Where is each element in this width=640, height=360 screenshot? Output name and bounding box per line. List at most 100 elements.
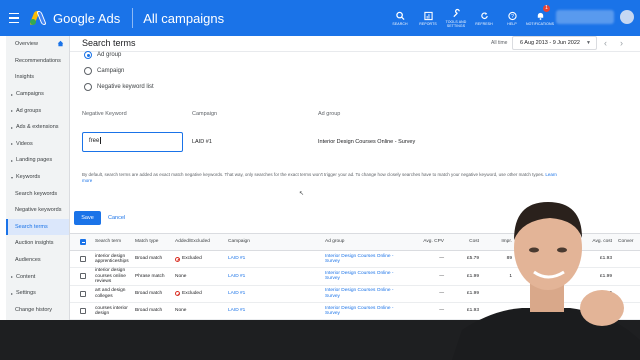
account-scope-title[interactable]: All campaigns — [143, 11, 224, 26]
row-checkbox[interactable] — [80, 251, 86, 267]
previous-period-icon[interactable]: ‹ — [604, 38, 607, 48]
option-label: Ad group — [97, 52, 122, 58]
status-cell: Excluded — [175, 251, 202, 267]
svg-text:?: ? — [511, 14, 514, 20]
brand-name[interactable]: Google Ads — [53, 11, 120, 26]
sidebar-item-label: Insights — [15, 74, 34, 81]
ad-group-link[interactable]: Interior Design Courses Online - Survey — [325, 251, 401, 267]
column-header-campaign[interactable]: Campaign — [228, 234, 250, 250]
column-header-match-type[interactable]: Match type — [135, 234, 158, 250]
bell-icon — [537, 12, 543, 20]
sidebar-item-label: Search keywords — [15, 190, 58, 197]
sidebar-item-settings[interactable]: ▸ Settings — [6, 285, 69, 302]
avg-cpv-cell: — — [439, 256, 444, 262]
radio-selected-icon[interactable] — [84, 51, 92, 59]
sidebar-item-label: Negative keywords — [15, 207, 62, 214]
learn-more-link[interactable]: Learn — [545, 172, 557, 177]
row-checkbox[interactable] — [80, 286, 86, 302]
expand-caret-icon: ▸ — [11, 290, 14, 296]
negative-keyword-value: free — [89, 138, 100, 144]
campaign-column-label: Campaign — [192, 111, 218, 117]
sidebar-item-recommendations[interactable]: Recommendations — [6, 53, 69, 70]
column-header-added-excluded[interactable]: Added/Excluded — [175, 234, 210, 250]
sidebar-item-landing-pages[interactable]: ▸ Landing pages — [6, 152, 69, 169]
refresh-tool-button[interactable]: REFRESH — [470, 0, 498, 36]
google-ads-logo[interactable] — [29, 11, 48, 25]
expand-caret-icon: ▸ — [11, 108, 14, 114]
option-ad-group[interactable]: Ad group — [84, 51, 121, 59]
selected-campaign: LAID #1 — [192, 139, 212, 145]
sidebar-item-label: Search terms — [15, 223, 48, 230]
toolbar: SEARCH REPORTS TOOLS AND SETTINGS REFRES… — [386, 0, 554, 36]
account-info-blurred[interactable] — [556, 10, 614, 24]
sidebar-item-change-history[interactable]: Change history — [6, 302, 69, 319]
match-type-cell: Broad match — [135, 256, 163, 262]
learn-more-link-continued[interactable]: more — [82, 178, 92, 183]
sidebar-item-ad-groups[interactable]: ▸ Ad groups — [6, 102, 69, 119]
notifications-tool-button[interactable]: 1 NOTIFICATIONS — [526, 0, 554, 36]
status-text: None — [175, 273, 187, 279]
sidebar-item-label: Content — [16, 273, 36, 280]
ad-group-link[interactable]: Interior Design Courses Online - Survey — [325, 303, 401, 319]
column-header-avg-cpv[interactable]: Avg. CPV — [410, 234, 444, 250]
radio-icon[interactable] — [84, 67, 92, 75]
ad-group-link[interactable]: Interior Design Courses Online - Survey — [325, 268, 401, 284]
cancel-button[interactable]: Cancel — [108, 211, 125, 225]
date-range-label: All time — [491, 40, 508, 46]
radio-icon[interactable] — [84, 83, 92, 91]
row-checkbox[interactable] — [80, 268, 86, 284]
campaign-link[interactable]: LAID #1 — [228, 251, 245, 267]
search-term-cell: interior design courses online reviews — [95, 268, 126, 285]
campaign-link[interactable]: LAID #1 — [228, 268, 245, 284]
sidebar-item-overview[interactable]: Overview — [6, 36, 69, 53]
status-cell: None — [175, 303, 186, 319]
sidebar-item-audiences[interactable]: Audiences — [6, 252, 69, 269]
column-header-ad-group[interactable]: Ad group — [325, 234, 344, 250]
sidebar-item-search-terms[interactable]: Search terms — [6, 218, 69, 236]
row-checkbox[interactable] — [80, 303, 86, 319]
reports-tool-button[interactable]: REPORTS — [414, 0, 442, 36]
tools-settings-button[interactable]: TOOLS AND SETTINGS — [442, 0, 470, 36]
sidebar-item-keywords[interactable]: ▾ Keywords — [6, 169, 69, 186]
menu-icon[interactable] — [0, 0, 28, 36]
sidebar-item-search-keywords[interactable]: Search keywords — [6, 185, 69, 202]
sidebar-item-label: Keywords — [16, 174, 41, 181]
sidebar-item-campaigns[interactable]: ▸ Campaigns — [6, 86, 69, 103]
sidebar-item-content[interactable]: ▸ Content — [6, 268, 69, 285]
option-negative-keyword-list[interactable]: Negative keyword list — [84, 83, 154, 91]
help-tool-button[interactable]: ? HELP — [498, 0, 526, 36]
ad-group-link[interactable]: Interior Design Courses Online - Survey — [325, 286, 401, 302]
sidebar-item-label: Change history — [15, 306, 52, 313]
negative-keyword-input[interactable]: free — [82, 132, 183, 152]
sidebar-item-ads-extensions[interactable]: ▸ Ads & extensions — [6, 119, 69, 136]
presenter-figure — [452, 202, 640, 360]
checkbox-indeterminate-icon — [80, 239, 86, 245]
save-button[interactable]: Save — [74, 211, 101, 225]
sidebar-item-label: Overview — [15, 41, 38, 48]
avatar[interactable] — [620, 10, 634, 24]
search-tool-button[interactable]: SEARCH — [386, 0, 414, 36]
sidebar-item-auction-insights[interactable]: Auction insights — [6, 235, 69, 252]
match-type-note: By default, search terms are added as ex… — [82, 172, 634, 184]
excluded-icon — [175, 291, 180, 297]
campaign-link[interactable]: LAID #1 — [228, 286, 245, 302]
option-label: Negative keyword list — [97, 84, 154, 90]
next-period-icon[interactable]: › — [620, 38, 623, 48]
sidebar-nav: Overview Recommendations Insights ▸ Campa… — [6, 36, 70, 320]
avg-cpv-cell: — — [439, 308, 444, 314]
sidebar-item-videos[interactable]: ▸ Videos — [6, 136, 69, 153]
sidebar-item-negative-keywords[interactable]: Negative keywords — [6, 202, 69, 219]
collapse-caret-icon: ▾ — [11, 174, 14, 180]
column-header-search-term[interactable]: Search term — [95, 234, 121, 250]
sidebar-item-insights[interactable]: Insights — [6, 69, 69, 86]
option-campaign[interactable]: Campaign — [84, 67, 124, 75]
select-all-checkbox[interactable] — [80, 234, 86, 250]
expand-caret-icon: ▸ — [11, 157, 14, 163]
sidebar-item-label: Recommendations — [15, 57, 61, 64]
search-term-cell: interior design apprenticeships — [95, 253, 129, 265]
date-range-picker[interactable]: 6 Aug 2013 - 9 Jun 2022 ▼ — [512, 36, 597, 50]
campaign-link[interactable]: LAID #1 — [228, 303, 245, 319]
match-type-cell: Phrase match — [135, 273, 165, 279]
top-app-bar: Google Ads All campaigns SEARCH REPORTS … — [0, 0, 640, 36]
help-tool-label: HELP — [507, 22, 517, 26]
